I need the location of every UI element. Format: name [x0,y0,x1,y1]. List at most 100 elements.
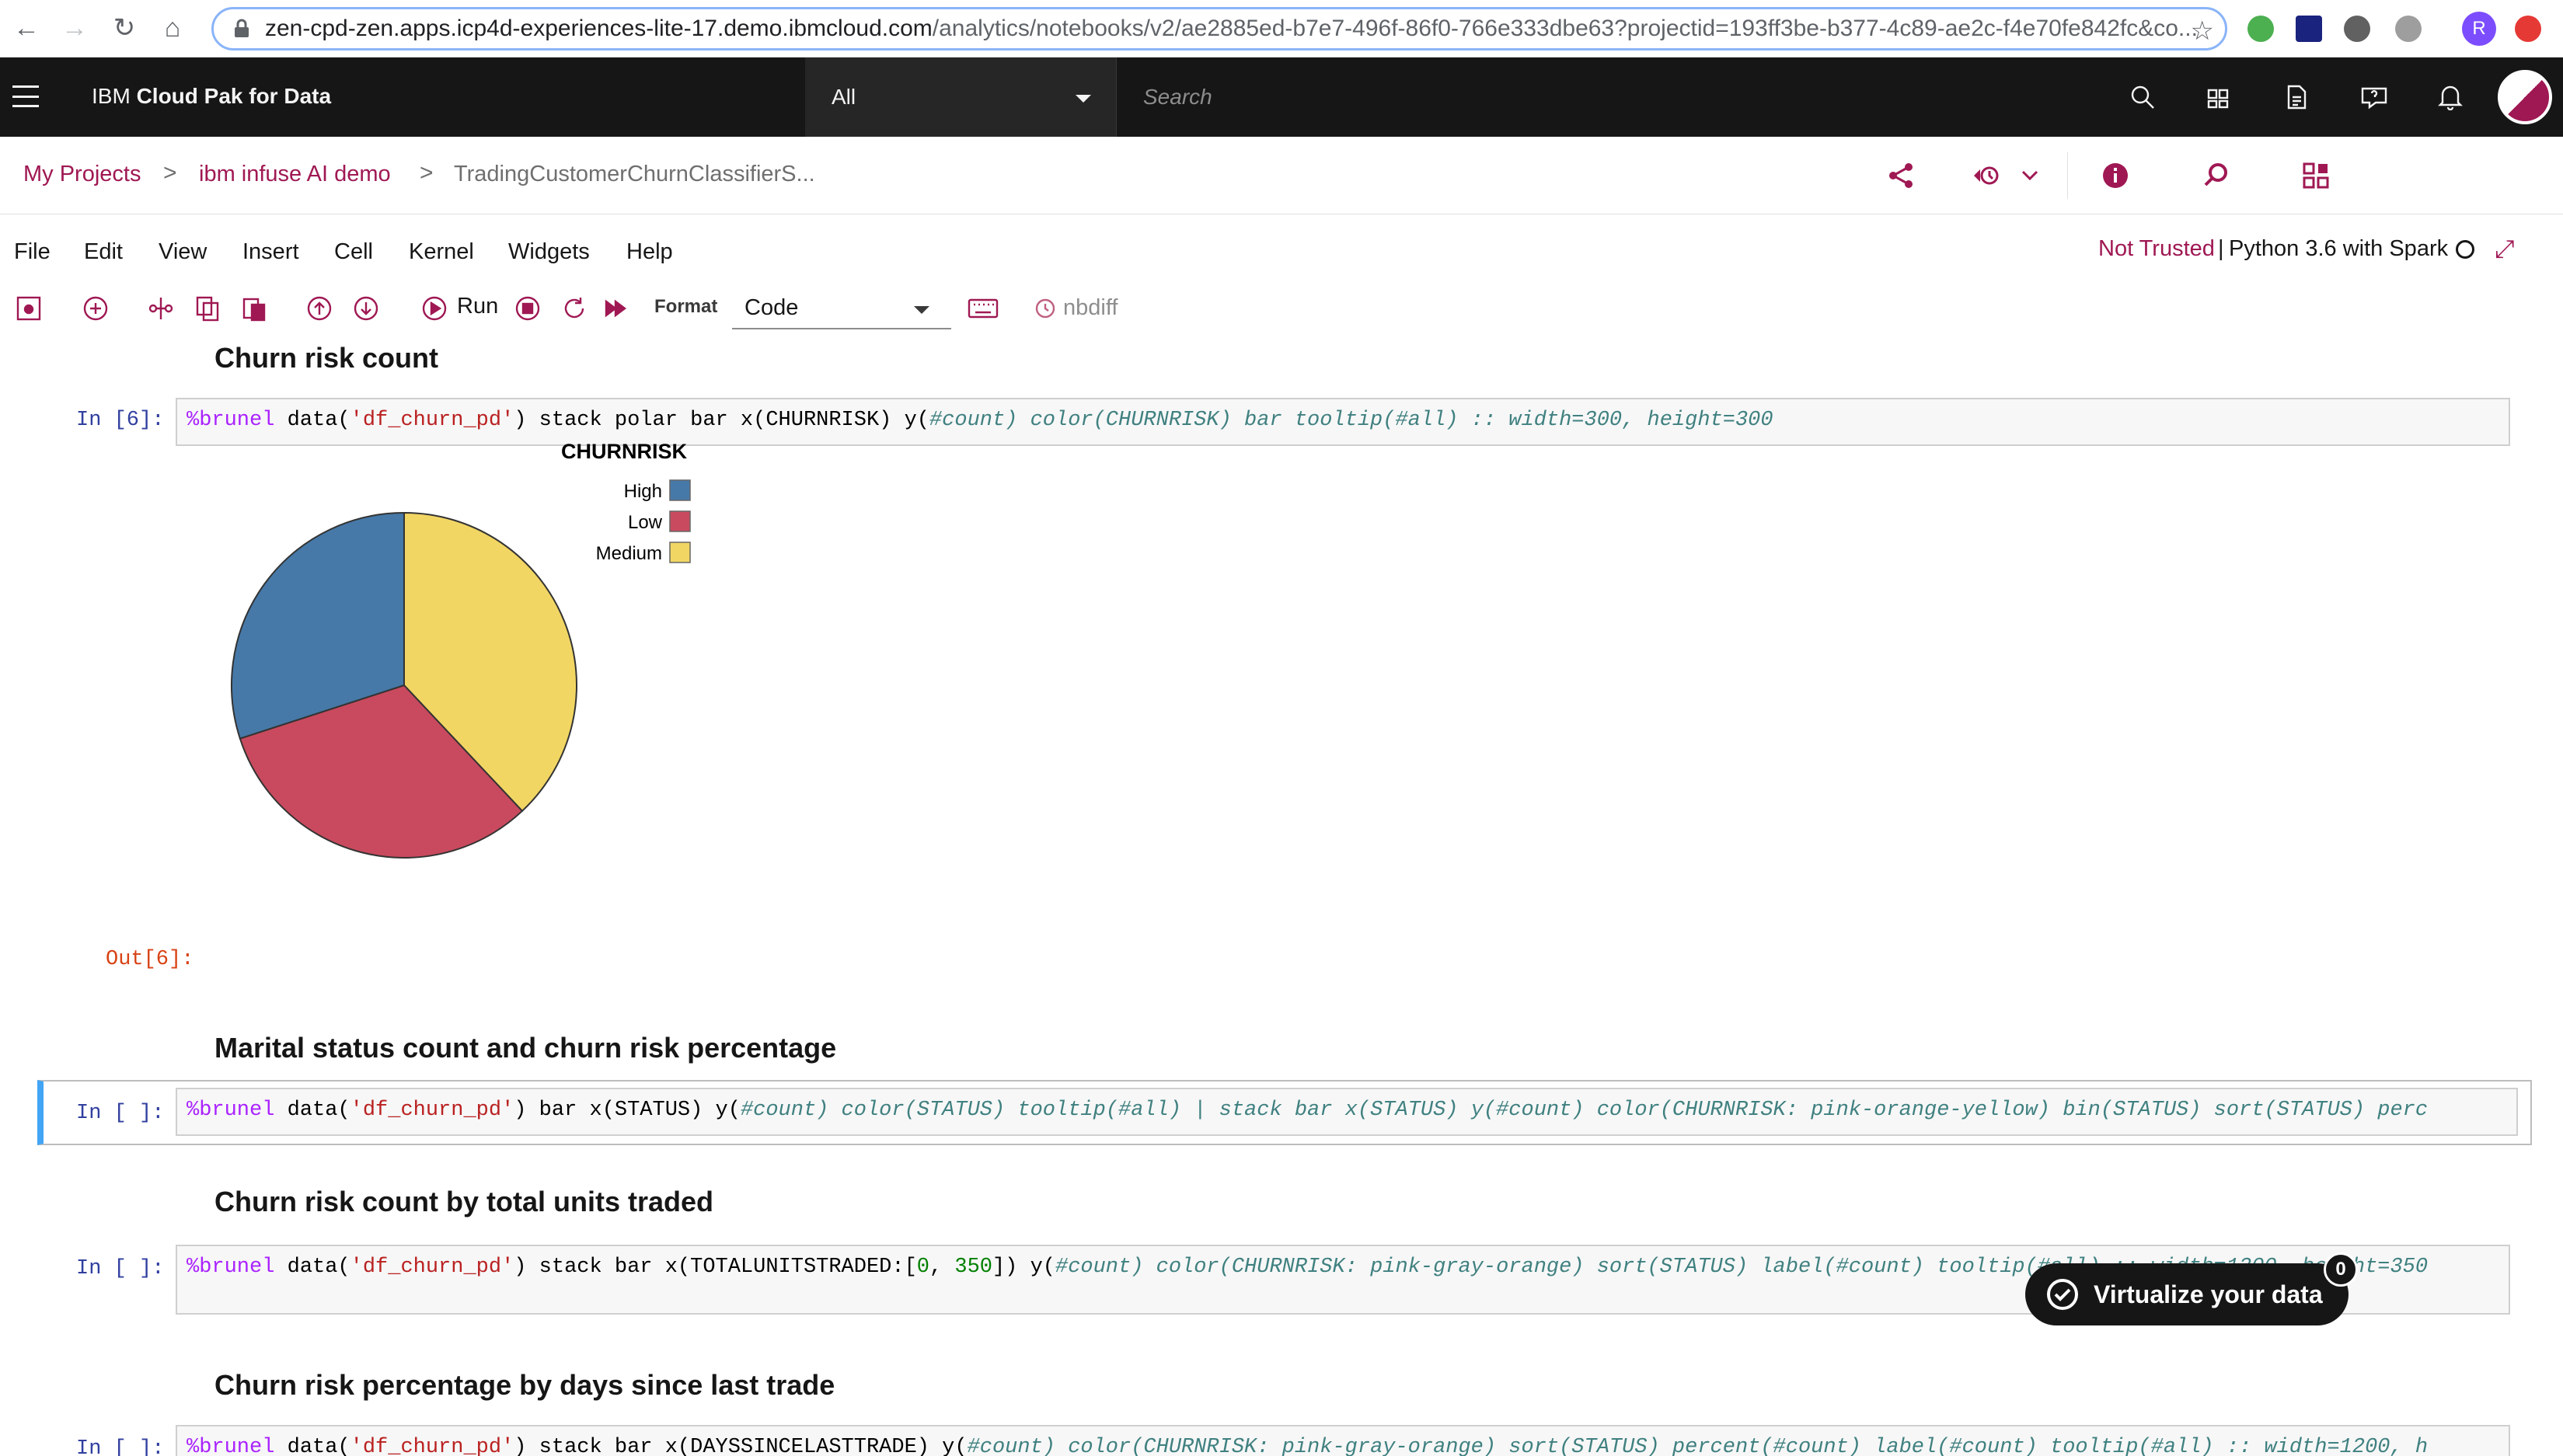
bookmark-star-icon[interactable]: ☆ [2191,16,2214,47]
chevron-down-icon [1076,95,1091,103]
menu-widgets[interactable]: Widgets [508,239,590,265]
paste-icon[interactable] [238,292,270,325]
extension-accessibility-icon[interactable] [2344,16,2370,42]
markdown-heading[interactable]: Churn risk count [214,342,438,374]
move-up-icon[interactable] [303,292,336,325]
format-label: Format [654,296,718,317]
nbdiff-button[interactable]: nbdiff [1063,295,1118,321]
document-icon[interactable] [2277,78,2316,117]
data-assets-icon[interactable] [2296,155,2336,196]
code-text: ) stack bar x(DAYSSINCELASTTRADE) y( [514,1436,968,1456]
notebook-menu-bar: File Edit View Insert Cell Kernel Widget… [0,214,2563,284]
code-magic: %brunel [187,1099,275,1122]
chevron-down-icon [914,306,929,314]
move-down-icon[interactable] [350,292,382,325]
catalog-icon[interactable] [2199,78,2238,117]
breadcrumb: My Projects > ibm infuse AI demo > Tradi… [0,137,2563,214]
code-string: 'df_churn_pd' [350,1436,514,1456]
code-magic: %brunel [187,1256,275,1279]
extension-red-icon[interactable] [2515,16,2541,42]
reload-icon[interactable]: ↻ [107,11,141,45]
breadcrumb-my-projects[interactable]: My Projects [23,162,141,187]
code-number: 0 [916,1256,929,1279]
code-cell-input[interactable]: %brunel data('df_churn_pd') stack polar … [176,398,2510,446]
menu-kernel[interactable]: Kernel [409,239,474,265]
stop-icon[interactable] [511,292,544,325]
app-header: IBM Cloud Pak for Data All Search [0,57,2563,137]
menu-help[interactable]: Help [626,239,673,265]
code-magic: %brunel [187,1436,275,1456]
add-cell-icon[interactable] [79,292,112,325]
extension-gray-icon[interactable] [2395,16,2422,42]
info-icon[interactable] [2095,155,2136,196]
pie-slices [231,511,577,859]
product-prefix: IBM [92,84,131,108]
trust-status[interactable]: Not Trusted [2098,236,2215,262]
legend-label-high: High [624,481,662,502]
address-bar[interactable]: zen-cpd-zen.apps.icp4d-experiences-lite-… [211,7,2227,51]
lock-icon [231,18,253,40]
cut-icon[interactable] [145,292,177,325]
code-text: ) bar x(STATUS) y( [514,1099,741,1122]
churn-risk-pie-chart: CHURNRISK High Low Medium [231,443,691,859]
menu-view[interactable]: View [159,239,207,265]
input-prompt: In [ ]: [76,1437,165,1456]
markdown-heading[interactable]: Marital status count and churn risk perc… [214,1032,836,1064]
code-text: ) stack polar bar x(CHURNRISK) y( [514,409,929,432]
output-prompt: Out[6]: [106,948,194,971]
version-history-icon[interactable] [1968,155,2008,196]
expand-icon[interactable]: ⤢ [2495,235,2515,264]
forward-icon[interactable]: → [58,11,92,45]
extension-react-icon[interactable] [2296,16,2322,42]
breadcrumb-notebook: TradingCustomerChurnClassifierS... [454,162,815,186]
code-cell-input[interactable]: %brunel data('df_churn_pd') bar x(STATUS… [176,1088,2518,1136]
menu-cell[interactable]: Cell [334,239,373,265]
code-cell-input[interactable]: %brunel data('df_churn_pd') stack bar x(… [176,1425,2510,1456]
search-scope-dropdown[interactable]: All [805,57,1116,137]
chevron-down-icon[interactable] [2010,155,2050,196]
copy-icon[interactable] [191,292,224,325]
run-all-icon[interactable] [600,292,633,325]
user-avatar[interactable] [2498,70,2552,124]
code-text: data( [274,1436,350,1456]
code-text: ]) y( [992,1256,1055,1279]
menu-file[interactable]: File [14,239,51,265]
code-text: ) stack bar x(TOTALUNITSTRADED:[ [514,1256,917,1279]
run-button[interactable]: Run [457,294,498,319]
home-icon[interactable]: ⌂ [155,11,190,45]
back-icon[interactable]: ← [9,11,44,45]
kernel-separator: | [2218,236,2224,261]
product-name[interactable]: IBM Cloud Pak for Data [92,84,331,109]
share-icon[interactable] [1881,155,1921,196]
legend-swatch-low [669,510,691,532]
cell-type-select[interactable]: Code [732,287,951,329]
search-scope-value: All [832,85,856,109]
find-replace-icon[interactable] [2196,155,2237,196]
help-icon[interactable] [2355,78,2394,117]
markdown-heading[interactable]: Churn risk percentage by days since last… [214,1369,835,1402]
notification-bell-icon[interactable] [2431,78,2470,117]
code-text: data( [274,1099,350,1122]
browser-profile-avatar[interactable]: R [2462,12,2496,46]
breadcrumb-project[interactable]: ibm infuse AI demo [199,162,391,187]
search-icon[interactable] [2123,78,2162,117]
kernel-name[interactable]: Python 3.6 with Spark [2229,236,2448,262]
notebook-toolbar: Run Format Code nbdiff [0,283,2563,334]
code-comment: #count) color(CHURNRISK) bar tooltip(#al… [929,409,1773,432]
breadcrumb-separator: > [163,160,177,186]
input-prompt: In [ ]: [76,1257,165,1280]
menu-edit[interactable]: Edit [84,239,123,265]
markdown-heading[interactable]: Churn risk count by total units traded [214,1186,713,1218]
extension-green-icon[interactable] [2247,16,2274,42]
nbdiff-icon[interactable] [1029,292,1062,325]
restart-kernel-icon[interactable] [558,292,591,325]
save-icon[interactable] [12,292,45,325]
menu-insert[interactable]: Insert [242,239,299,265]
run-icon[interactable] [418,292,451,325]
virtualize-data-button[interactable]: Virtualize your data [2025,1263,2349,1325]
hamburger-menu-icon[interactable] [12,85,39,107]
global-search-input[interactable]: Search [1116,57,2181,137]
keyboard-icon[interactable] [967,292,999,325]
kernel-idle-icon [2456,240,2474,259]
virtualize-data-label: Virtualize your data [2094,1280,2323,1308]
